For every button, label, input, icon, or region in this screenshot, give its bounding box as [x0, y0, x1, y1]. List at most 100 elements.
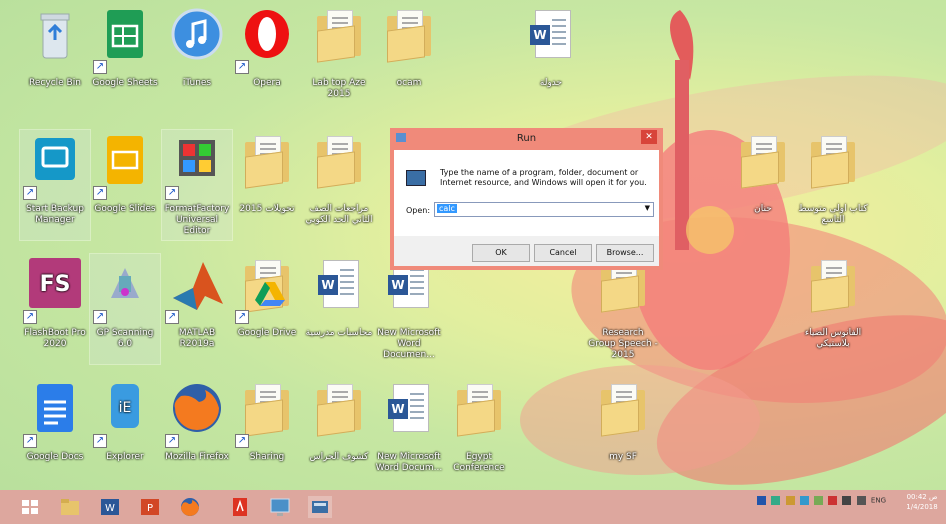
desktop-icon-matlab[interactable]: ↗ MATLAB R2019a: [162, 254, 232, 364]
scanner-icon: ↗: [93, 258, 153, 324]
firefox-icon: [181, 498, 199, 516]
google-drive-icon: [255, 282, 285, 306]
shortcut-arrow-icon: ↗: [165, 186, 179, 200]
desktop-icon-label: New Microsoft Word Documen...: [377, 328, 441, 360]
run-dialog-title: Run: [516, 133, 537, 144]
clock-time: 00:42 ص: [906, 493, 938, 501]
folder-icon: [811, 136, 855, 189]
taskbar-remote-desktop[interactable]: [268, 496, 292, 518]
taskbar-adobe[interactable]: [228, 496, 252, 518]
shortcut-arrow-icon: ↗: [93, 434, 107, 448]
shortcut-arrow-icon: ↗: [23, 310, 37, 324]
shortcut-arrow-icon: ↗: [165, 310, 179, 324]
desktop-icon-folder[interactable]: Research Group Speech - 2015: [588, 254, 658, 364]
word-document-icon: W: [530, 10, 571, 58]
desktop-icon-folder[interactable]: حنان: [728, 130, 798, 240]
ok-button[interactable]: OK: [472, 244, 530, 262]
desktop-icon-itunes[interactable]: iTunes: [162, 4, 232, 114]
taskbar-run[interactable]: [308, 496, 332, 518]
desktop-icon-word-doc[interactable]: W محاسبات مدرسية: [304, 254, 374, 364]
cancel-button[interactable]: Cancel: [534, 244, 592, 262]
app-tray-icon[interactable]: [771, 496, 781, 505]
volume-icon[interactable]: [856, 496, 866, 505]
flag-icon[interactable]: [828, 496, 838, 505]
desktop-icon-word-doc[interactable]: W New Microsoft Word Documen...: [374, 254, 444, 364]
svg-text:W: W: [105, 503, 115, 514]
desktop-icon-folder[interactable]: my SF: [588, 378, 658, 488]
desktop-icon-gp-scanning[interactable]: ↗ GP Scanning 6.0: [89, 253, 161, 365]
desktop-icon-google-drive[interactable]: ↗ Google Drive: [232, 254, 302, 364]
taskbar-word[interactable]: W: [98, 496, 122, 518]
desktop-icon-label: New Microsoft Word Docum...: [375, 452, 443, 473]
close-button[interactable]: ✕: [641, 130, 657, 144]
taskbar-file-explorer[interactable]: [58, 496, 82, 518]
file-explorer-icon: [61, 499, 79, 515]
shortcut-arrow-icon: ↗: [235, 434, 249, 448]
desktop-icon-label: كشوف الحراس: [309, 452, 369, 462]
desktop-icon-recycle-bin[interactable]: Recycle Bin: [20, 4, 90, 114]
start-button[interactable]: [18, 496, 42, 518]
desktop-icon-google-sheets[interactable]: ↗ Google Sheets: [90, 4, 160, 114]
desktop-icon-google-slides[interactable]: ↗ Google Slides: [90, 130, 160, 240]
backup-manager-icon: ↗: [23, 134, 83, 200]
clock[interactable]: 00:42 ص 1/4/2018: [902, 492, 942, 512]
desktop-icon-backup-manager[interactable]: ↗ Start Backup Manager: [19, 129, 91, 241]
adobe-reader-icon: [233, 498, 247, 516]
desktop-icon-label: Recycle Bin: [29, 78, 81, 88]
desktop-icon-folder[interactable]: الفانوس الضياء بلاستيكي: [798, 254, 868, 364]
network-icon[interactable]: [842, 496, 852, 505]
desktop-icon-label: MATLAB R2019a: [178, 328, 216, 349]
folder-icon: [245, 136, 289, 189]
desktop-icon-explorer[interactable]: iE ↗ Explorer: [90, 378, 160, 488]
desktop-icon-label: Research Group Speech - 2015: [588, 328, 658, 360]
desktop-icon-label: مراجعات الصف الثاني الحد الكوبي: [305, 204, 373, 225]
desktop-icon-label: Google Sheets: [92, 78, 158, 88]
desktop-icon-label: ocam: [396, 78, 422, 88]
desktop-icon-label: جدولة: [539, 78, 563, 88]
shortcut-arrow-icon: ↗: [165, 434, 179, 448]
desktop-icon-label: Start Backup Manager: [26, 204, 84, 225]
desktop-icon-word-doc[interactable]: W New Microsoft Word Docum...: [374, 378, 444, 488]
desktop-icon-folder[interactable]: كتاب اولى متوسط التاسع: [798, 130, 868, 240]
taskbar-powerpoint[interactable]: P: [138, 496, 162, 518]
word-document-icon: W: [388, 384, 429, 432]
google-slides-icon: ↗: [93, 134, 153, 200]
word-document-icon: W: [318, 260, 359, 308]
desktop-icon-folder[interactable]: 2015 تحويلات: [232, 130, 302, 240]
chevron-down-icon[interactable]: ▼: [645, 204, 650, 212]
desktop-icon-folder[interactable]: كشوف الحراس: [304, 378, 374, 488]
app-tray-icon[interactable]: [785, 496, 795, 505]
run-dialog-titlebar[interactable]: Run ✕: [390, 128, 663, 150]
desktop-icon-sharing[interactable]: ↗ Sharing: [232, 378, 302, 488]
shortcut-arrow-icon: ↗: [235, 310, 249, 324]
open-input[interactable]: calc ▼: [434, 202, 654, 217]
desktop-icon-label: my SF: [609, 452, 637, 462]
desktop-icon-folder[interactable]: Egypt Conference: [444, 378, 514, 488]
app-tray-icon[interactable]: [813, 496, 823, 505]
opera-icon: ↗: [235, 8, 295, 74]
language-indicator[interactable]: ENG: [871, 497, 886, 505]
run-dialog-description: Type the name of a program, folder, docu…: [440, 168, 647, 187]
taskbar-firefox[interactable]: [178, 496, 202, 518]
app-tray-icon[interactable]: [799, 496, 809, 505]
run-dialog: Run ✕ Type the name of a program, folder…: [390, 128, 663, 270]
desktop-icon-opera[interactable]: ↗ Opera: [232, 4, 302, 114]
desktop-icon-folder[interactable]: ocam: [374, 4, 444, 114]
desktop-icon-label: Google Docs: [26, 452, 84, 462]
desktop-icon-flashboot[interactable]: FS ↗ FlashBoot Pro 2020: [20, 254, 90, 364]
firefox-icon: ↗: [165, 382, 225, 448]
folder-icon: [811, 260, 855, 313]
desktop-icon-label: iTunes: [182, 78, 212, 88]
desktop-icon-folder[interactable]: Lab top Aze 2015: [304, 4, 374, 114]
desktop-icon-google-docs[interactable]: ↗ Google Docs: [20, 378, 90, 488]
desktop-icon-firefox[interactable]: ↗ Mozilla Firefox: [162, 378, 232, 488]
browse-button[interactable]: Browse...: [596, 244, 654, 262]
desktop-icon-label: Opera: [253, 78, 281, 88]
desktop-icon-folder[interactable]: مراجعات الصف الثاني الحد الكوبي: [304, 130, 374, 240]
word-icon: W: [101, 499, 119, 515]
folder-icon: [741, 136, 785, 189]
desktop-icon-format-factory[interactable]: ↗ FormatFactory Universal Editor: [161, 129, 233, 241]
notification-icon[interactable]: [757, 496, 767, 505]
desktop-icon-word-doc[interactable]: W جدولة: [516, 4, 586, 114]
shortcut-arrow-icon: ↗: [93, 60, 107, 74]
